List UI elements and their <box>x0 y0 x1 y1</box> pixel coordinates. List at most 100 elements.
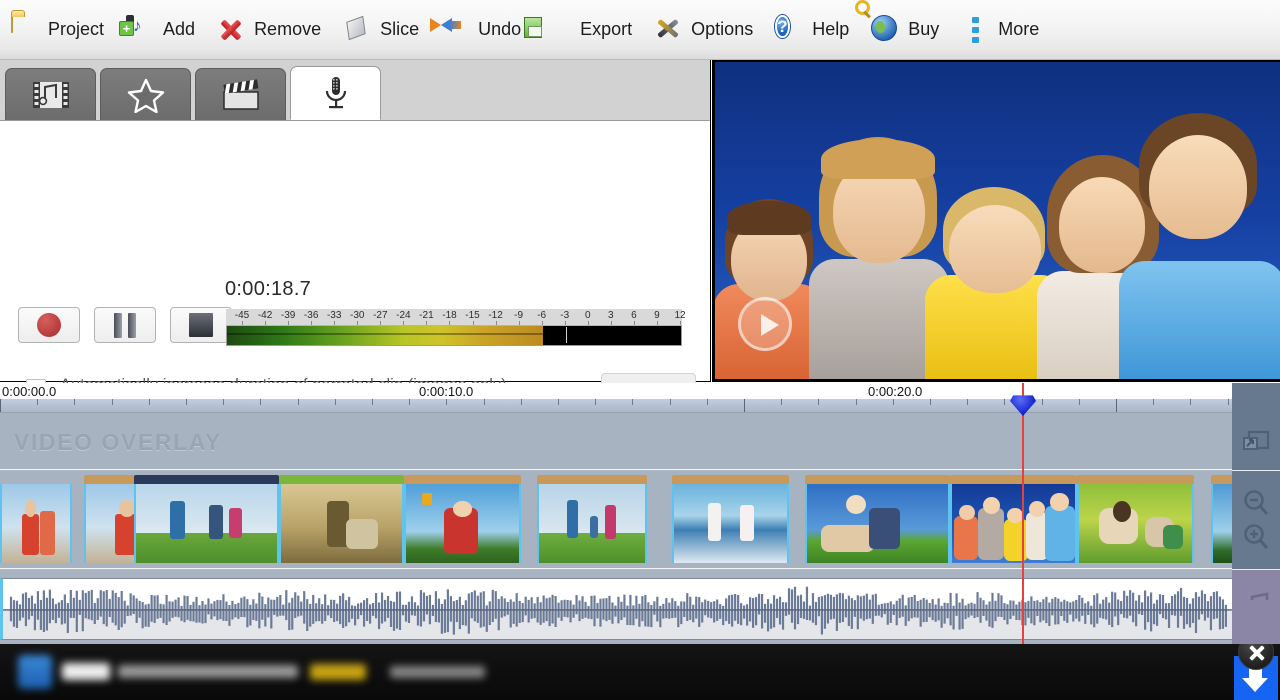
toolbar-button-buy[interactable]: Buy <box>860 4 950 56</box>
toolbar-button-undo[interactable]: Undo <box>430 4 532 56</box>
clip-thumbnail <box>950 484 1077 563</box>
thumbnail-figure <box>346 519 377 549</box>
ruler-time-label: 0:00:00.0 <box>2 384 56 399</box>
track-video[interactable] <box>0 471 1232 569</box>
ruler-tick <box>967 399 968 405</box>
clapperboard-icon <box>220 78 262 112</box>
audio-waveform <box>3 579 1232 640</box>
thumbnail-figure <box>869 508 900 549</box>
clip-header-bar[interactable] <box>134 475 279 484</box>
video-clip[interactable] <box>805 475 950 563</box>
playhead-handle[interactable] <box>1010 394 1036 416</box>
effects-tab[interactable] <box>100 68 191 120</box>
clip-header-bar[interactable] <box>537 475 647 484</box>
preview-child-5-head <box>1149 135 1247 239</box>
waveform-path <box>11 587 1226 635</box>
clip-header-bar[interactable] <box>279 475 404 484</box>
clip-thumbnail <box>1211 484 1232 563</box>
ruler-tick <box>484 399 485 405</box>
video-clip[interactable] <box>134 475 279 563</box>
video-overlay-label: VIDEO OVERLAY <box>14 429 222 456</box>
video-clip[interactable] <box>1077 475 1194 563</box>
clip-thumbnail-image <box>136 484 277 563</box>
toolbar-label-buy: Buy <box>908 19 939 40</box>
preview-play-button[interactable] <box>738 297 792 351</box>
ruler-tick <box>149 399 150 405</box>
track-video-overlay[interactable]: VIDEO OVERLAY <box>0 413 1232 470</box>
ruler-tick <box>670 399 671 405</box>
ruler-tick <box>223 399 224 405</box>
vu-tick-mark <box>380 321 381 325</box>
video-clip[interactable] <box>672 475 789 563</box>
clip-thumbnail-image <box>281 484 402 563</box>
clip-header-bar[interactable] <box>1077 475 1194 484</box>
thumbnail-figure <box>119 500 135 517</box>
clip-header-bar[interactable] <box>950 475 1077 484</box>
video-clip[interactable] <box>1211 475 1232 563</box>
overlay-pip-icon[interactable] <box>1242 429 1270 455</box>
zoom-in-icon[interactable] <box>1241 522 1271 552</box>
vu-tick-mark <box>542 321 543 325</box>
ruler-tick <box>521 399 522 405</box>
pause-icon <box>114 313 136 338</box>
video-clip[interactable] <box>950 475 1077 563</box>
help-question-icon: ? <box>775 15 805 45</box>
stop-button[interactable] <box>170 307 232 343</box>
clip-thumbnail <box>279 484 404 563</box>
narration-timecode: 0:00:18.7 <box>225 278 311 301</box>
clip-thumbnail <box>672 484 789 563</box>
toolbar-button-more[interactable]: More <box>950 4 1050 56</box>
ruler-tick <box>558 399 559 405</box>
clip-header-bar[interactable] <box>805 475 950 484</box>
audio-clip[interactable] <box>0 578 1232 640</box>
ruler-tick <box>930 399 931 405</box>
ad-banner[interactable] <box>0 644 1280 700</box>
timeline-ruler[interactable]: 0:00:00.00:00:10.00:00:20.0 <box>0 383 1232 413</box>
toolbar-button-help[interactable]: ? Help <box>764 4 860 56</box>
video-clip[interactable] <box>404 475 521 563</box>
ruler-tick <box>595 399 596 405</box>
toolbar-button-remove[interactable]: Remove <box>206 4 332 56</box>
toolbar-label-slice: Slice <box>380 19 419 40</box>
vu-tick-mark <box>473 321 474 325</box>
ruler-tick <box>1042 399 1043 405</box>
transport-controls <box>18 307 232 343</box>
zoom-out-icon[interactable] <box>1241 488 1271 518</box>
ruler-tick <box>1190 399 1191 405</box>
ruler-tick <box>409 399 410 405</box>
pause-button[interactable] <box>94 307 156 343</box>
record-button[interactable] <box>18 307 80 343</box>
star-icon <box>127 77 165 113</box>
clip-header-bar[interactable] <box>404 475 521 484</box>
toolbar-button-project[interactable]: Project <box>0 4 115 56</box>
video-clip[interactable] <box>0 475 72 563</box>
ruler-tick <box>1153 399 1154 405</box>
clip-header-bar[interactable] <box>0 475 72 484</box>
tools-wrench-icon <box>654 15 684 45</box>
vu-tick-mark <box>588 321 589 325</box>
video-clip[interactable] <box>537 475 647 563</box>
clip-thumbnail <box>1077 484 1194 563</box>
ruler-tick <box>260 399 261 405</box>
transitions-tab[interactable] <box>195 68 286 120</box>
media-tab[interactable] <box>5 68 96 120</box>
ruler-tick <box>744 399 745 412</box>
toolbar-button-add[interactable]: ♪+ Add <box>115 4 206 56</box>
narration-tab[interactable] <box>290 66 381 120</box>
narration-controls: 0:00:18.7 -45-42-39-36-33-30-27-24-21-18… <box>0 121 710 381</box>
video-clip[interactable] <box>279 475 404 563</box>
clip-header-bar[interactable] <box>1211 475 1232 484</box>
preview-child-5 <box>1115 109 1280 379</box>
clip-header-bar[interactable] <box>672 475 789 484</box>
toolbar-button-slice[interactable]: Slice <box>332 4 430 56</box>
track-audio[interactable] <box>0 570 1232 644</box>
preview-frame-image <box>715 62 1280 379</box>
clip-thumbnail-image <box>2 484 70 563</box>
toolbar-button-options[interactable]: Options <box>643 4 764 56</box>
video-preview[interactable] <box>712 60 1280 382</box>
toolbar-button-export[interactable]: Export <box>532 4 643 56</box>
thumbnail-figure <box>1113 501 1131 522</box>
ruler-tick <box>298 399 299 405</box>
clip-thumbnail-image <box>539 484 645 563</box>
ruler-tick <box>446 399 447 405</box>
